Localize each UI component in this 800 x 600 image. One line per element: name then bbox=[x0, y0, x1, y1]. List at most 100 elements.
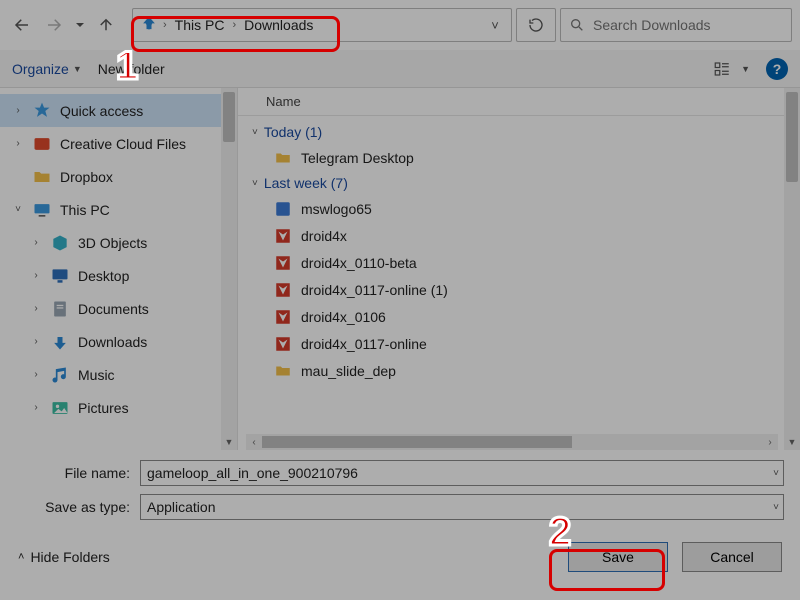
cancel-button[interactable]: Cancel bbox=[682, 542, 782, 572]
tree-scrollbar[interactable]: ▲ ▼ bbox=[221, 88, 237, 450]
list-scrollbar[interactable]: ▲ ▼ bbox=[784, 88, 800, 450]
annotation-number-2: 2 bbox=[549, 510, 571, 555]
filename-field[interactable]: gameloop_all_in_one_900210796 ˅ bbox=[140, 460, 784, 486]
breadcrumb-history-dropdown[interactable]: ˅ bbox=[485, 18, 505, 33]
hide-folders-toggle[interactable]: ˄ Hide Folders bbox=[18, 549, 110, 565]
tree-item-label: Quick access bbox=[60, 103, 143, 119]
tree-item-label: Downloads bbox=[78, 334, 147, 350]
navigation-tree[interactable]: › Quick access › Creative Cloud Files Dropbo… bbox=[0, 88, 238, 450]
tree-expand-icon[interactable]: › bbox=[12, 138, 24, 149]
file-icon bbox=[274, 227, 292, 245]
tree-item-label: Pictures bbox=[78, 400, 129, 416]
tree-item-label: 3D Objects bbox=[78, 235, 147, 251]
search-icon bbox=[569, 17, 585, 33]
file-name: droid4x_0117-online bbox=[301, 336, 427, 352]
chevron-down-icon: ▼ bbox=[741, 64, 750, 74]
organize-menu[interactable]: Organize ▼ bbox=[12, 61, 82, 77]
tree-expand-icon[interactable]: ˅ bbox=[12, 204, 24, 215]
chevron-down-icon[interactable]: ˅ bbox=[773, 468, 779, 479]
tree-item-label: Music bbox=[78, 367, 115, 383]
tree-item[interactable]: Dropbox bbox=[0, 160, 237, 193]
search-input[interactable] bbox=[593, 17, 783, 33]
tree-item-icon bbox=[50, 299, 70, 319]
tree-item-label: This PC bbox=[60, 202, 110, 218]
tree-expand-icon[interactable]: › bbox=[30, 303, 42, 314]
nav-up-button[interactable] bbox=[92, 11, 120, 39]
tree-expand-icon[interactable]: › bbox=[12, 105, 24, 116]
file-name: droid4x_0106 bbox=[301, 309, 386, 325]
file-item[interactable]: mau_slide_dep bbox=[246, 357, 800, 384]
file-list[interactable]: Name ˅Today (1) Telegram Desktop ˅ Last wee… bbox=[238, 88, 800, 450]
dialog-footer: ˄ Hide Folders Save Cancel bbox=[0, 532, 800, 586]
file-group-header[interactable]: ˅ Last week (7) bbox=[246, 171, 800, 195]
view-details-icon bbox=[711, 60, 733, 78]
file-name: mswlogo65 bbox=[301, 201, 372, 217]
organize-label: Organize bbox=[12, 61, 69, 77]
file-icon bbox=[274, 362, 292, 380]
save-as-type-field[interactable]: Application ˅ bbox=[140, 494, 784, 520]
tree-expand-icon[interactable]: › bbox=[30, 270, 42, 281]
column-header-name[interactable]: Name bbox=[266, 94, 301, 109]
file-name: Telegram Desktop bbox=[301, 150, 414, 166]
chevron-up-icon: ˄ bbox=[18, 551, 24, 563]
file-group-header[interactable]: ˅Today (1) bbox=[246, 120, 800, 144]
tree-expand-icon[interactable]: › bbox=[30, 237, 42, 248]
tree-expand-icon[interactable]: › bbox=[30, 336, 42, 347]
tree-item[interactable]: › 3D Objects bbox=[0, 226, 237, 259]
tree-item-icon bbox=[32, 134, 52, 154]
help-button[interactable]: ? bbox=[766, 58, 788, 80]
scroll-thumb[interactable] bbox=[786, 92, 798, 182]
file-item[interactable]: droid4x bbox=[246, 222, 800, 249]
annotation-number-1: 1 bbox=[116, 44, 138, 89]
filename-label: File name: bbox=[16, 465, 140, 481]
chevron-down-icon[interactable]: ˅ bbox=[773, 502, 779, 513]
file-item[interactable]: droid4x_0106 bbox=[246, 303, 800, 330]
scroll-left-icon[interactable]: ‹ bbox=[246, 437, 262, 448]
help-glyph: ? bbox=[773, 61, 782, 77]
file-icon bbox=[274, 200, 292, 218]
file-item[interactable]: droid4x_0110-beta bbox=[246, 249, 800, 276]
tree-expand-icon[interactable]: › bbox=[30, 402, 42, 413]
tree-item[interactable]: ˅ This PC bbox=[0, 193, 237, 226]
tree-item-label: Creative Cloud Files bbox=[60, 136, 186, 152]
file-icon bbox=[274, 335, 292, 353]
file-item[interactable]: droid4x_0117-online bbox=[246, 330, 800, 357]
save-as-type-value: Application bbox=[147, 499, 216, 515]
hide-folders-label: Hide Folders bbox=[30, 549, 109, 565]
horizontal-scrollbar[interactable]: ‹ › bbox=[246, 434, 778, 450]
view-options[interactable]: ▼ bbox=[711, 60, 750, 78]
file-item[interactable]: droid4x_0117-online (1) bbox=[246, 276, 800, 303]
tree-item-icon bbox=[32, 167, 52, 187]
nav-back-button[interactable] bbox=[8, 11, 36, 39]
address-bar-row: › This PC › Downloads ˅ bbox=[0, 0, 800, 50]
nav-recent-dropdown[interactable] bbox=[72, 11, 88, 39]
cancel-button-label: Cancel bbox=[710, 549, 754, 565]
tree-item[interactable]: › Music bbox=[0, 358, 237, 391]
scroll-down-icon[interactable]: ▼ bbox=[221, 434, 237, 450]
refresh-button[interactable] bbox=[516, 8, 556, 42]
scroll-thumb[interactable] bbox=[223, 92, 235, 142]
tree-item[interactable]: › Creative Cloud Files bbox=[0, 127, 237, 160]
search-box[interactable] bbox=[560, 8, 792, 42]
tree-expand-icon[interactable]: › bbox=[30, 369, 42, 380]
tree-item-icon bbox=[50, 398, 70, 418]
file-group-title: Today (1) bbox=[264, 124, 322, 140]
tree-item[interactable]: ›Desktop bbox=[0, 259, 237, 292]
tree-item[interactable]: › Quick access bbox=[0, 94, 237, 127]
file-group-title: Last week (7) bbox=[264, 175, 348, 191]
nav-forward-button[interactable] bbox=[40, 11, 68, 39]
scroll-thumb[interactable] bbox=[262, 436, 572, 448]
file-item[interactable]: mswlogo65 bbox=[246, 195, 800, 222]
scroll-down-icon[interactable]: ▼ bbox=[784, 434, 800, 450]
tree-item[interactable]: ›Documents bbox=[0, 292, 237, 325]
chevron-down-icon: ˅ bbox=[252, 178, 258, 189]
file-name: droid4x_0117-online (1) bbox=[301, 282, 448, 298]
column-header-row[interactable]: Name bbox=[238, 88, 800, 116]
tree-item[interactable]: › Pictures bbox=[0, 391, 237, 424]
annotation-box-save bbox=[549, 549, 665, 591]
save-as-type-label: Save as type: bbox=[16, 499, 140, 515]
file-name: droid4x_0110-beta bbox=[301, 255, 417, 271]
scroll-right-icon[interactable]: › bbox=[762, 437, 778, 448]
tree-item[interactable]: › Downloads bbox=[0, 325, 237, 358]
file-item[interactable]: Telegram Desktop bbox=[246, 144, 800, 171]
